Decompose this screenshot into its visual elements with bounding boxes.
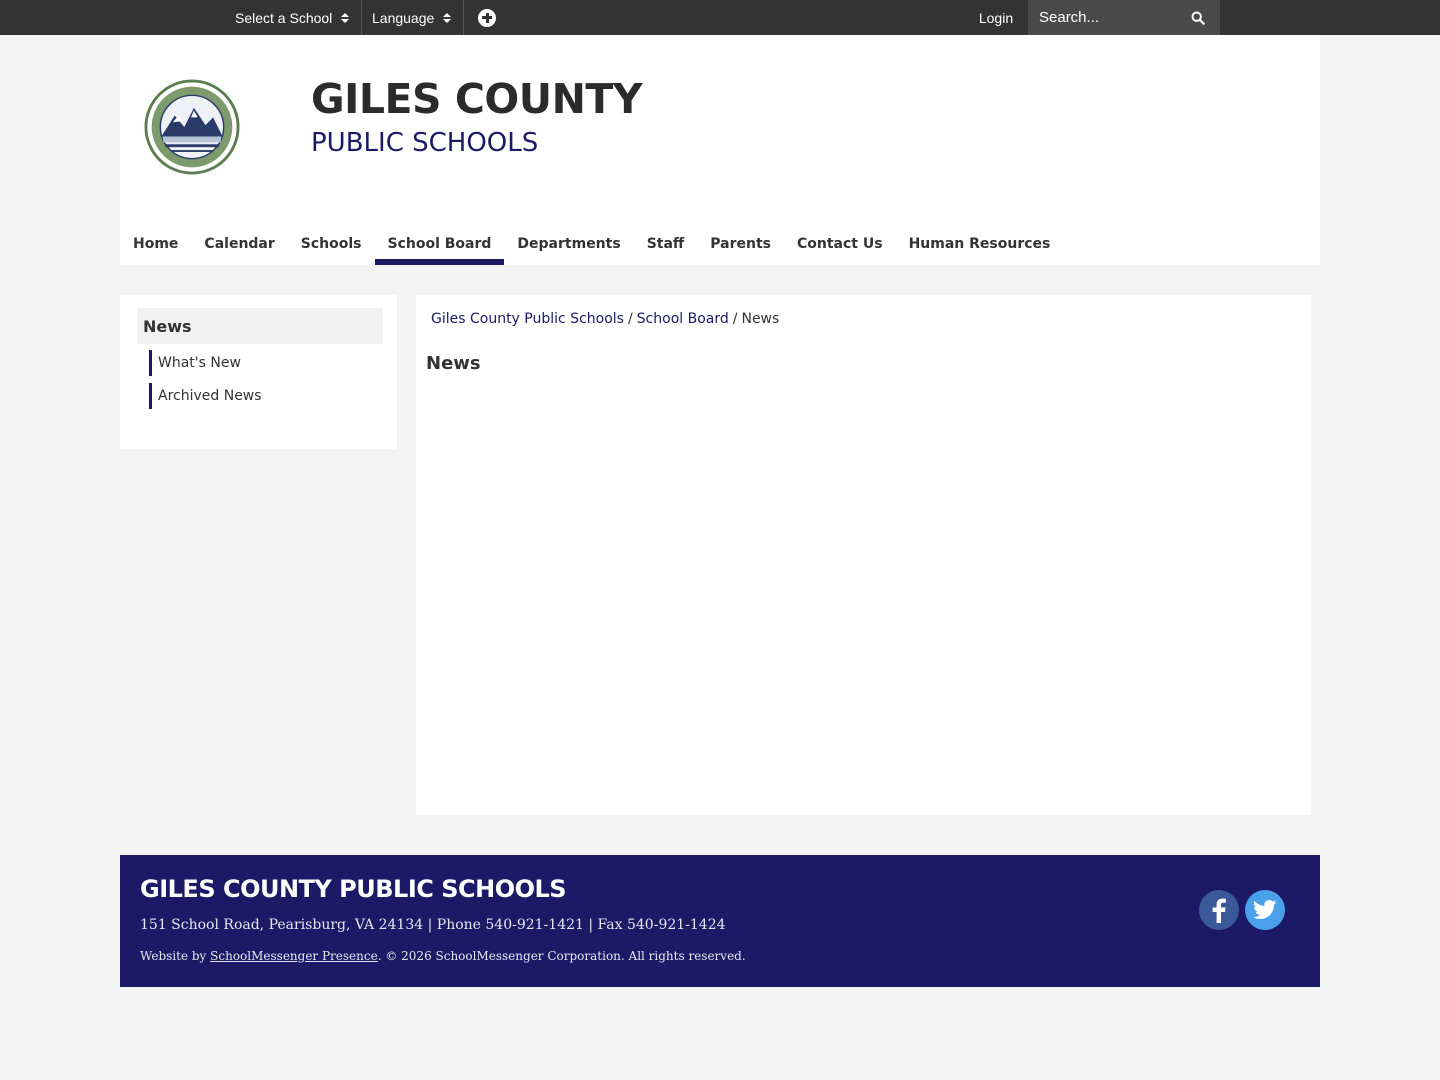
breadcrumb-separator: / [627, 311, 633, 327]
site-footer: GILES COUNTY PUBLIC SCHOOLS 151 School R… [120, 855, 1320, 987]
sidebar: News What's New Archived News [120, 295, 397, 449]
search-box [1028, 0, 1220, 35]
copyright-text: . © 2026 SchoolMessenger Corporation. Al… [377, 949, 746, 963]
main-nav: Home Calendar Schools School Board Depar… [120, 223, 1063, 265]
breadcrumb-separator: / [732, 311, 738, 327]
nav-contact-us[interactable]: Contact Us [784, 223, 896, 265]
plus-circle-icon [478, 8, 496, 27]
nav-staff[interactable]: Staff [634, 223, 698, 265]
search-icon[interactable] [1191, 11, 1205, 25]
updown-arrow-icon [341, 12, 350, 23]
nav-departments[interactable]: Departments [504, 223, 633, 265]
footer-address: 151 School Road, Pearisburg, VA 24134 | … [140, 917, 726, 933]
site-header: GILES COUNTY PUBLIC SCHOOLS Home Calenda… [120, 35, 1320, 265]
breadcrumb: Giles County Public Schools / School Board… [431, 311, 779, 327]
page-title: News [426, 353, 481, 374]
footer-title: GILES COUNTY PUBLIC SCHOOLS [140, 875, 567, 903]
breadcrumb-home-link[interactable]: Giles County Public Schools [431, 311, 624, 327]
search-input[interactable] [1028, 0, 1178, 35]
breadcrumb-current: News [741, 311, 780, 327]
language-dropdown[interactable]: Language [362, 0, 464, 35]
main-content: Giles County Public Schools / School Board… [416, 295, 1311, 815]
sidebar-item-archived-news[interactable]: Archived News [149, 383, 262, 409]
facebook-f-glyph [1212, 898, 1226, 923]
utility-bar: Select a School Language Login [0, 0, 1440, 35]
footer-copyright: Website by SchoolMessenger Presence. © 2… [140, 949, 746, 963]
nav-calendar[interactable]: Calendar [191, 223, 287, 265]
twitter-bird-glyph [1253, 900, 1277, 919]
credit-prefix: Website by [140, 949, 211, 963]
schoolmessenger-link[interactable]: SchoolMessenger Presence [210, 949, 378, 963]
shortcuts-button[interactable] [476, 0, 498, 35]
site-title[interactable]: GILES COUNTY [311, 75, 643, 123]
site-subtitle[interactable]: PUBLIC SCHOOLS [311, 128, 538, 158]
sidebar-heading[interactable]: News [137, 308, 383, 344]
nav-school-board[interactable]: School Board [374, 223, 505, 265]
nav-parents[interactable]: Parents [697, 223, 784, 265]
login-link[interactable]: Login [966, 0, 1026, 35]
nav-schools[interactable]: Schools [288, 223, 375, 265]
nav-human-resources[interactable]: Human Resources [896, 223, 1064, 265]
language-label: Language [372, 9, 435, 26]
twitter-icon[interactable] [1245, 890, 1285, 930]
breadcrumb-school-board-link[interactable]: School Board [637, 311, 729, 327]
facebook-icon[interactable] [1199, 890, 1239, 930]
sidebar-item-whats-new[interactable]: What's New [149, 350, 241, 376]
nav-home[interactable]: Home [120, 223, 191, 265]
updown-arrow-icon [443, 12, 452, 23]
school-seal-logo[interactable] [144, 79, 240, 175]
select-school-label: Select a School [235, 9, 333, 26]
select-school-dropdown[interactable]: Select a School [222, 0, 362, 35]
